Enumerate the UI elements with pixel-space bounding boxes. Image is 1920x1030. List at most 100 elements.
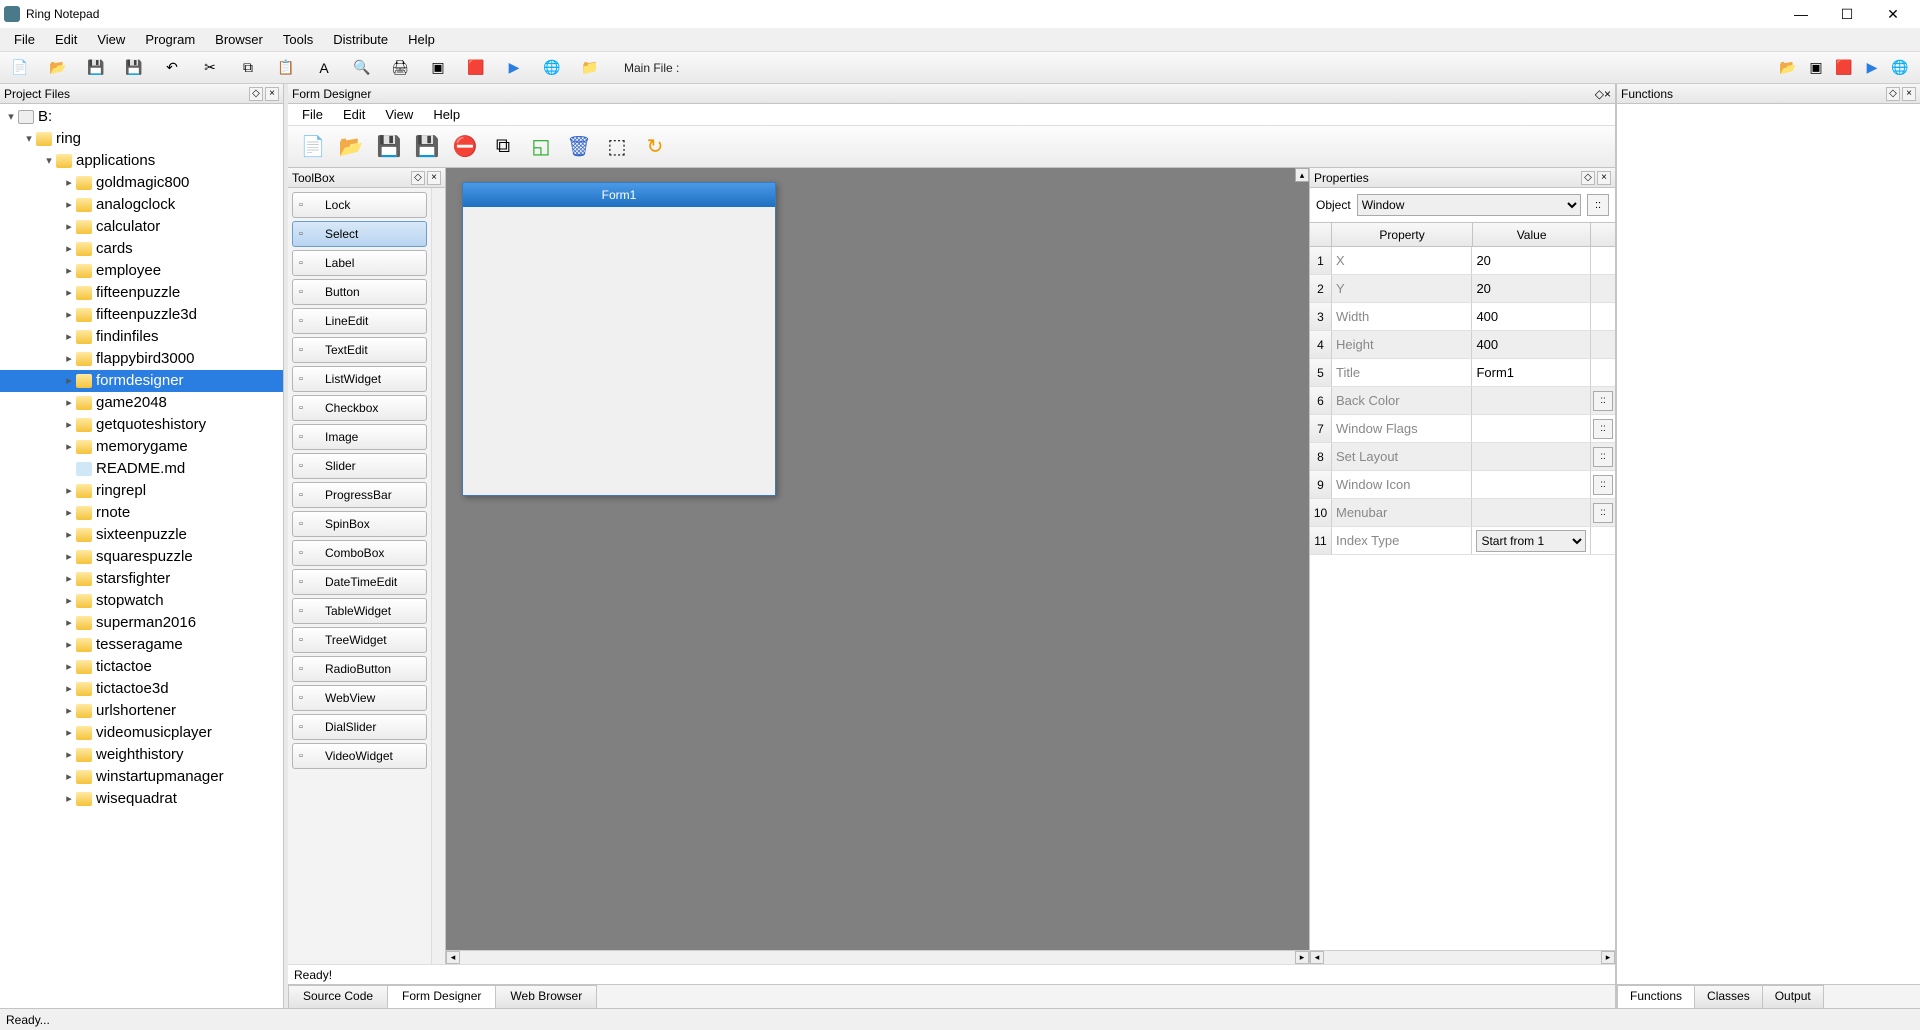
close-button[interactable]: ✕: [1870, 0, 1916, 28]
scroll-left-icon[interactable]: ◂: [446, 951, 460, 964]
tree-item[interactable]: ▸employee: [0, 260, 283, 282]
tab-functions[interactable]: Functions: [1617, 985, 1695, 1008]
tool-datetimeedit[interactable]: ▫DateTimeEdit: [292, 569, 427, 595]
scroll-right-icon[interactable]: ▸: [1601, 951, 1615, 964]
tool-radiobutton[interactable]: ▫RadioButton: [292, 656, 427, 682]
tool-lineedit[interactable]: ▫LineEdit: [292, 308, 427, 334]
tree-item[interactable]: ▸game2048: [0, 392, 283, 414]
find-icon[interactable]: 🔍: [348, 56, 376, 80]
save-form-icon[interactable]: 💾: [372, 130, 406, 164]
open-file-icon[interactable]: 📂: [44, 56, 72, 80]
minimize-button[interactable]: —: [1778, 0, 1824, 28]
run2-icon[interactable]: ▶: [1858, 56, 1886, 80]
tool-button[interactable]: ▫Button: [292, 279, 427, 305]
tree-item[interactable]: ▸videomusicplayer: [0, 722, 283, 744]
pin-icon[interactable]: ◇: [411, 171, 425, 185]
close-panel-icon[interactable]: ×: [1604, 87, 1611, 101]
property-row[interactable]: 10Menubar::: [1310, 499, 1615, 527]
close-panel-icon[interactable]: ×: [265, 87, 279, 101]
tree-item[interactable]: ▸findinfiles: [0, 326, 283, 348]
refresh-icon[interactable]: ↻: [638, 130, 672, 164]
tool-label[interactable]: ▫Label: [292, 250, 427, 276]
menu-edit[interactable]: Edit: [45, 30, 87, 49]
tree-item[interactable]: ▸tictactoe: [0, 656, 283, 678]
form-window[interactable]: Form1: [462, 182, 776, 496]
tree-item[interactable]: ▸weighthistory: [0, 744, 283, 766]
tree-item[interactable]: ▸rnote: [0, 502, 283, 524]
pin-icon[interactable]: ◇: [1886, 87, 1900, 101]
more-button[interactable]: ::: [1593, 447, 1613, 467]
tree-item[interactable]: README.md: [0, 458, 283, 480]
tool-image[interactable]: ▫Image: [292, 424, 427, 450]
tree-item[interactable]: ▸tictactoe3d: [0, 678, 283, 700]
browser-icon[interactable]: 🌐: [538, 56, 566, 80]
tree-item[interactable]: ▸fifteenpuzzle: [0, 282, 283, 304]
tree-item[interactable]: ▾ring: [0, 128, 283, 150]
close-panel-icon[interactable]: ×: [1597, 171, 1611, 185]
object-dropdown[interactable]: Window: [1357, 194, 1581, 216]
tab-source-code[interactable]: Source Code: [288, 985, 388, 1008]
tool-slider[interactable]: ▫Slider: [292, 453, 427, 479]
tab-form-designer[interactable]: Form Designer: [387, 985, 496, 1008]
tab-web-browser[interactable]: Web Browser: [495, 985, 597, 1008]
property-row[interactable]: 8Set Layout::: [1310, 443, 1615, 471]
tree-item[interactable]: ▸tesseragame: [0, 634, 283, 656]
undo-icon[interactable]: ↶: [158, 56, 186, 80]
open2-icon[interactable]: 📂: [1774, 56, 1802, 80]
delete-icon[interactable]: ⛔: [448, 130, 482, 164]
print-icon[interactable]: 🖨: [386, 56, 414, 80]
select-all-icon[interactable]: ⬚: [600, 130, 634, 164]
copy-icon[interactable]: ⧉: [234, 56, 262, 80]
scroll-left-icon[interactable]: ◂: [1310, 951, 1324, 964]
menu-view[interactable]: View: [87, 30, 135, 49]
new-file-icon[interactable]: 📄: [6, 56, 34, 80]
fd-menu-view[interactable]: View: [375, 105, 423, 124]
tree-item[interactable]: ▸getquoteshistory: [0, 414, 283, 436]
fd-menu-help[interactable]: Help: [423, 105, 470, 124]
tree-item[interactable]: ▸stopwatch: [0, 590, 283, 612]
tree-item[interactable]: ▸flappybird3000: [0, 348, 283, 370]
terminal-icon[interactable]: ▣: [424, 56, 452, 80]
property-row[interactable]: 4Height400: [1310, 331, 1615, 359]
tree-item[interactable]: ▸wisequadrat: [0, 788, 283, 810]
menu-program[interactable]: Program: [135, 30, 205, 49]
tree-item[interactable]: ▾B:: [0, 106, 283, 128]
tree-item[interactable]: ▸memorygame: [0, 436, 283, 458]
tab-classes[interactable]: Classes: [1694, 985, 1763, 1008]
tool-progressbar[interactable]: ▫ProgressBar: [292, 482, 427, 508]
object-more-button[interactable]: ::: [1587, 194, 1609, 216]
property-row[interactable]: 7Window Flags::: [1310, 415, 1615, 443]
tool-combobox[interactable]: ▫ComboBox: [292, 540, 427, 566]
tree-item[interactable]: ▸starsfighter: [0, 568, 283, 590]
tree-item[interactable]: ▸calculator: [0, 216, 283, 238]
index-type-select[interactable]: Start from 1: [1476, 530, 1586, 552]
tree-item[interactable]: ▸urlshortener: [0, 700, 283, 722]
more-button[interactable]: ::: [1593, 503, 1613, 523]
save-icon[interactable]: 💾: [82, 56, 110, 80]
menu-help[interactable]: Help: [398, 30, 445, 49]
menu-distribute[interactable]: Distribute: [323, 30, 398, 49]
pin-icon[interactable]: ◇: [1595, 87, 1604, 101]
tree-item[interactable]: ▸sixteenpuzzle: [0, 524, 283, 546]
tool-dialslider[interactable]: ▫DialSlider: [292, 714, 427, 740]
tree-item[interactable]: ▸fifteenpuzzle3d: [0, 304, 283, 326]
fd-menu-file[interactable]: File: [292, 105, 333, 124]
design-canvas[interactable]: ▴ Form1 ◂ ▸: [446, 168, 1309, 964]
debug2-icon[interactable]: 🟥: [1830, 56, 1858, 80]
debug-icon[interactable]: 🟥: [462, 56, 490, 80]
property-row[interactable]: 1X20: [1310, 247, 1615, 275]
pin-icon[interactable]: ◇: [1581, 171, 1595, 185]
property-row[interactable]: 3Width400: [1310, 303, 1615, 331]
tab-output[interactable]: Output: [1762, 985, 1824, 1008]
fd-menu-edit[interactable]: Edit: [333, 105, 375, 124]
send-back-icon[interactable]: ◱: [524, 130, 558, 164]
property-row[interactable]: 9Window Icon::: [1310, 471, 1615, 499]
menu-file[interactable]: File: [4, 30, 45, 49]
saveas-form-icon[interactable]: 💾: [410, 130, 444, 164]
tree-item[interactable]: ▸ringrepl: [0, 480, 283, 502]
tree-item[interactable]: ▸cards: [0, 238, 283, 260]
tool-lock[interactable]: ▫Lock: [292, 192, 427, 218]
menu-tools[interactable]: Tools: [273, 30, 323, 49]
tool-webview[interactable]: ▫WebView: [292, 685, 427, 711]
tool-tablewidget[interactable]: ▫TableWidget: [292, 598, 427, 624]
